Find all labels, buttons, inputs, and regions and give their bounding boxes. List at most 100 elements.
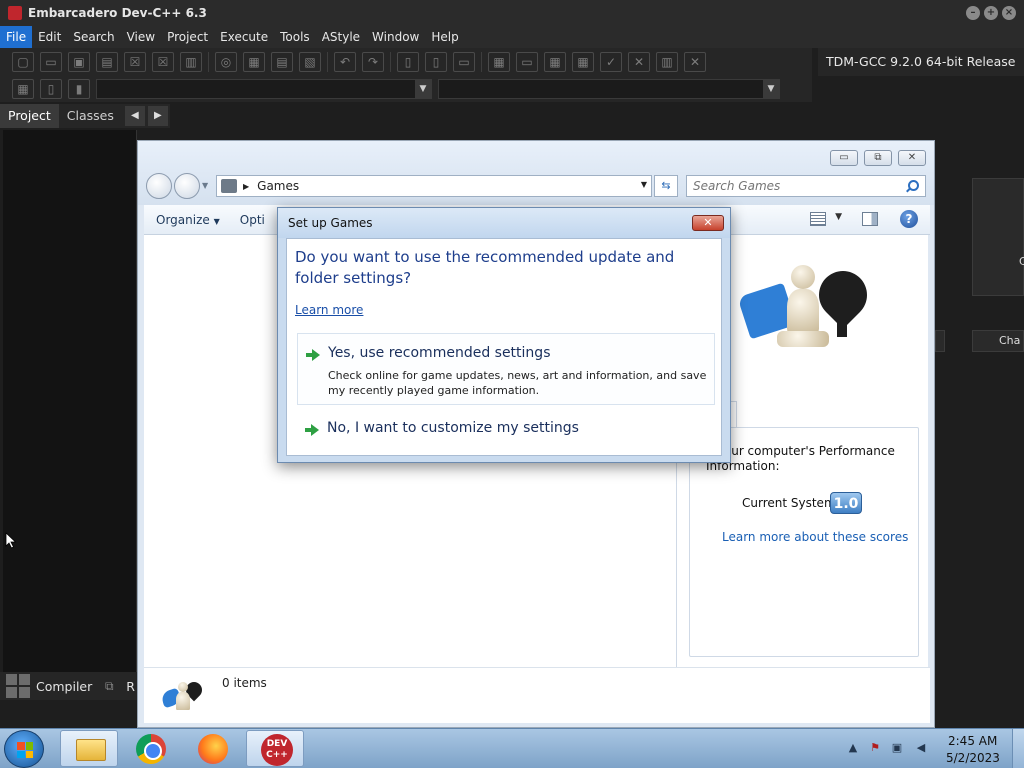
menu-astyle[interactable]: AStyle (316, 26, 366, 48)
tab-resources-fragment[interactable]: R (126, 679, 135, 694)
games-maximize-button[interactable]: ⧉ (864, 150, 892, 166)
new-file-icon[interactable]: ▢ (12, 52, 34, 72)
find-icon[interactable]: ◎ (215, 52, 237, 72)
clock-time[interactable]: 2:45 AM (948, 734, 997, 748)
tab-classes[interactable]: Classes (59, 104, 122, 128)
taskbar-windows-explorer[interactable] (60, 730, 118, 767)
resources-icon[interactable]: ⧉ (98, 676, 120, 696)
stop-icon[interactable]: ✕ (628, 52, 650, 72)
clock-date[interactable]: 5/2/2023 (946, 751, 1000, 765)
chrome-icon (136, 734, 166, 764)
background-chart-tab[interactable]: Cha (972, 330, 1024, 352)
games-window-chrome: ▭ ⧉ ✕ ▼ ▶ Games ▼ ⇆ (138, 141, 934, 205)
class-combo[interactable]: ▼ (96, 79, 432, 99)
menu-window[interactable]: Window (366, 26, 425, 48)
chevron-down-icon[interactable]: ▼ (763, 80, 779, 98)
new-project-icon[interactable]: ▯ (397, 52, 419, 72)
bookmark-icon[interactable]: ▯ (40, 79, 62, 99)
dialog-close-button[interactable]: ✕ (692, 215, 724, 231)
chevron-down-icon[interactable]: ▼ (415, 80, 431, 98)
minimize-button[interactable]: – (966, 6, 980, 20)
address-bar[interactable]: ▶ Games ▼ (216, 175, 652, 197)
current-system-label: Current System (742, 496, 836, 510)
remove-project-icon[interactable]: ▯ (425, 52, 447, 72)
replace-icon[interactable]: ▦ (243, 52, 265, 72)
refresh-icon[interactable]: ⇆ (654, 175, 678, 197)
comment-icon[interactable]: ▭ (453, 52, 475, 72)
breadcrumb-chevron-icon[interactable]: ▶ (243, 182, 249, 191)
save-all-icon[interactable]: ▤ (96, 52, 118, 72)
compiler-selector[interactable]: TDM-GCC 9.2.0 64-bit Release (818, 48, 1024, 76)
chevron-down-icon[interactable]: ▼ (641, 180, 647, 189)
show-desktop-button[interactable] (1012, 729, 1024, 768)
check-syntax-icon[interactable]: ✓ (600, 52, 622, 72)
volume-icon[interactable]: ◀ (914, 741, 928, 755)
organize-menu[interactable]: Organize ▼ (144, 213, 232, 227)
tab-compiler[interactable]: Compiler (36, 679, 92, 694)
insert-icon[interactable]: ▦ (12, 79, 34, 99)
unindent-icon[interactable]: ▧ (299, 52, 321, 72)
rebuild-icon[interactable]: ▦ (572, 52, 594, 72)
customize-option-title: No, I want to customize my settings (327, 420, 579, 436)
start-button[interactable] (4, 730, 44, 768)
close-button[interactable]: × (1002, 6, 1016, 20)
search-box[interactable] (686, 175, 926, 197)
learn-more-link[interactable]: Learn more (295, 303, 363, 317)
view-options-icon[interactable] (810, 212, 826, 226)
background-panel: C (972, 178, 1024, 296)
undo-icon[interactable]: ↶ (334, 52, 356, 72)
learn-scores-link[interactable]: Learn more about these scores (722, 530, 908, 544)
tab-project[interactable]: Project (0, 104, 59, 128)
forward-button[interactable] (174, 173, 200, 199)
games-logo-icon (737, 261, 881, 373)
menu-view[interactable]: View (121, 26, 161, 48)
show-hidden-icons-chevron-icon[interactable]: ▲ (846, 741, 860, 755)
games-minimize-button[interactable]: ▭ (830, 150, 858, 166)
profile-icon[interactable]: ▥ (656, 52, 678, 72)
open-folder-icon[interactable]: ▭ (40, 52, 62, 72)
search-input[interactable] (693, 176, 893, 196)
chevron-right-icon[interactable]: ▶ (147, 106, 168, 126)
menu-edit[interactable]: Edit (32, 26, 67, 48)
compile-icon[interactable]: ▦ (488, 52, 510, 72)
maximize-button[interactable]: + (984, 6, 998, 20)
menu-search[interactable]: Search (67, 26, 120, 48)
network-icon[interactable]: ▣ (890, 741, 904, 755)
recent-pages-icon[interactable]: ▼ (202, 181, 208, 190)
address-text[interactable]: Games (257, 179, 299, 193)
compile-run-icon[interactable]: ▦ (544, 52, 566, 72)
menu-project[interactable]: Project (161, 26, 214, 48)
chevron-left-icon[interactable]: ◀ (124, 106, 145, 126)
games-close-button[interactable]: ✕ (898, 150, 926, 166)
menu-tools[interactable]: Tools (274, 26, 316, 48)
close-file-icon[interactable]: ☒ (124, 52, 146, 72)
search-icon[interactable] (908, 180, 919, 191)
menu-file[interactable]: File (0, 26, 33, 48)
games-folder-icon (221, 179, 237, 193)
action-center-flag-icon[interactable]: ⚑ (868, 741, 882, 755)
chevron-down-icon[interactable]: ▼ (835, 212, 842, 222)
project-tree-panel[interactable] (3, 130, 137, 672)
use-recommended-settings-option[interactable]: Yes, use recommended settings Check onli… (297, 333, 715, 405)
taskbar-mozilla-firefox[interactable] (184, 730, 242, 767)
close-all-icon[interactable]: ☒ (152, 52, 174, 72)
recommended-option-description: Check online for game updates, news, art… (328, 369, 707, 397)
redo-icon[interactable]: ↷ (362, 52, 384, 72)
help-icon[interactable]: ? (900, 210, 918, 228)
run-icon[interactable]: ▭ (516, 52, 538, 72)
customize-settings-option[interactable]: No, I want to customize my settings (297, 411, 715, 445)
function-combo[interactable]: ▼ (438, 79, 780, 99)
options-menu[interactable]: Opti (232, 213, 277, 227)
save-icon[interactable]: ▣ (68, 52, 90, 72)
print-icon[interactable]: ▥ (180, 52, 202, 72)
goto-bookmark-icon[interactable]: ▮ (68, 79, 90, 99)
menu-execute[interactable]: Execute (214, 26, 274, 48)
indent-icon[interactable]: ▤ (271, 52, 293, 72)
preview-pane-icon[interactable] (862, 212, 878, 226)
menu-help[interactable]: Help (425, 26, 464, 48)
back-button[interactable] (146, 173, 172, 199)
delete-profile-icon[interactable]: ✕ (684, 52, 706, 72)
taskbar-google-chrome[interactable] (122, 730, 180, 767)
taskbar-devcpp[interactable]: DEV C++ (246, 730, 304, 767)
bottom-panel-tabs: Compiler ⧉ R (0, 672, 138, 700)
